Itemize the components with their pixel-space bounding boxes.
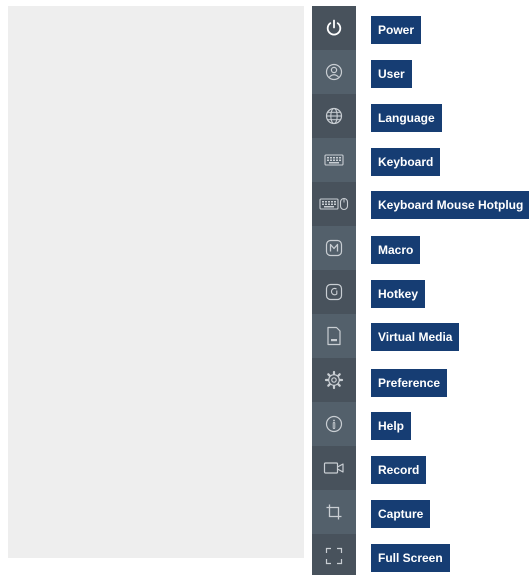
macro-button[interactable] (312, 226, 356, 270)
fullscreen-icon (325, 547, 343, 565)
language-button[interactable] (312, 94, 356, 138)
label-hotkey: Hotkey (371, 280, 426, 308)
label-full-screen: Full Screen (371, 544, 450, 572)
user-icon (325, 63, 343, 81)
label-virtual-media: Virtual Media (371, 323, 460, 351)
crop-icon (326, 504, 342, 520)
keyboard-icon (324, 154, 344, 166)
label-macro: Macro (371, 236, 421, 264)
hotkey-button[interactable] (312, 270, 356, 314)
label-preference: Preference (371, 369, 448, 397)
gear-icon (324, 370, 344, 390)
label-language: Language (371, 104, 442, 132)
macro-icon (325, 239, 343, 257)
hotkey-icon (325, 283, 343, 301)
keyboard-mouse-hotplug-button[interactable] (312, 182, 356, 226)
keyboard-button[interactable] (312, 138, 356, 182)
globe-icon (325, 107, 343, 125)
virtual-media-button[interactable] (312, 314, 356, 358)
user-button[interactable] (312, 50, 356, 94)
full-screen-button[interactable] (312, 534, 356, 578)
video-camera-icon (323, 462, 344, 474)
label-keyboard-mouse-hotplug: Keyboard Mouse Hotplug (371, 191, 529, 219)
power-icon (326, 19, 342, 36)
kvm-toolbar (312, 6, 356, 575)
preference-button[interactable] (312, 358, 356, 402)
label-record: Record (371, 456, 427, 484)
power-button[interactable] (312, 6, 356, 50)
label-capture: Capture (371, 500, 431, 528)
label-keyboard: Keyboard (371, 148, 441, 176)
keyboard-mouse-icon (319, 197, 349, 211)
label-user: User (371, 60, 412, 88)
help-icon (325, 415, 343, 433)
label-help: Help (371, 412, 412, 440)
label-power: Power (371, 16, 422, 44)
help-button[interactable] (312, 402, 356, 446)
capture-button[interactable] (312, 490, 356, 534)
remote-screen-area[interactable] (8, 6, 304, 558)
file-icon (327, 326, 341, 346)
record-button[interactable] (312, 446, 356, 490)
